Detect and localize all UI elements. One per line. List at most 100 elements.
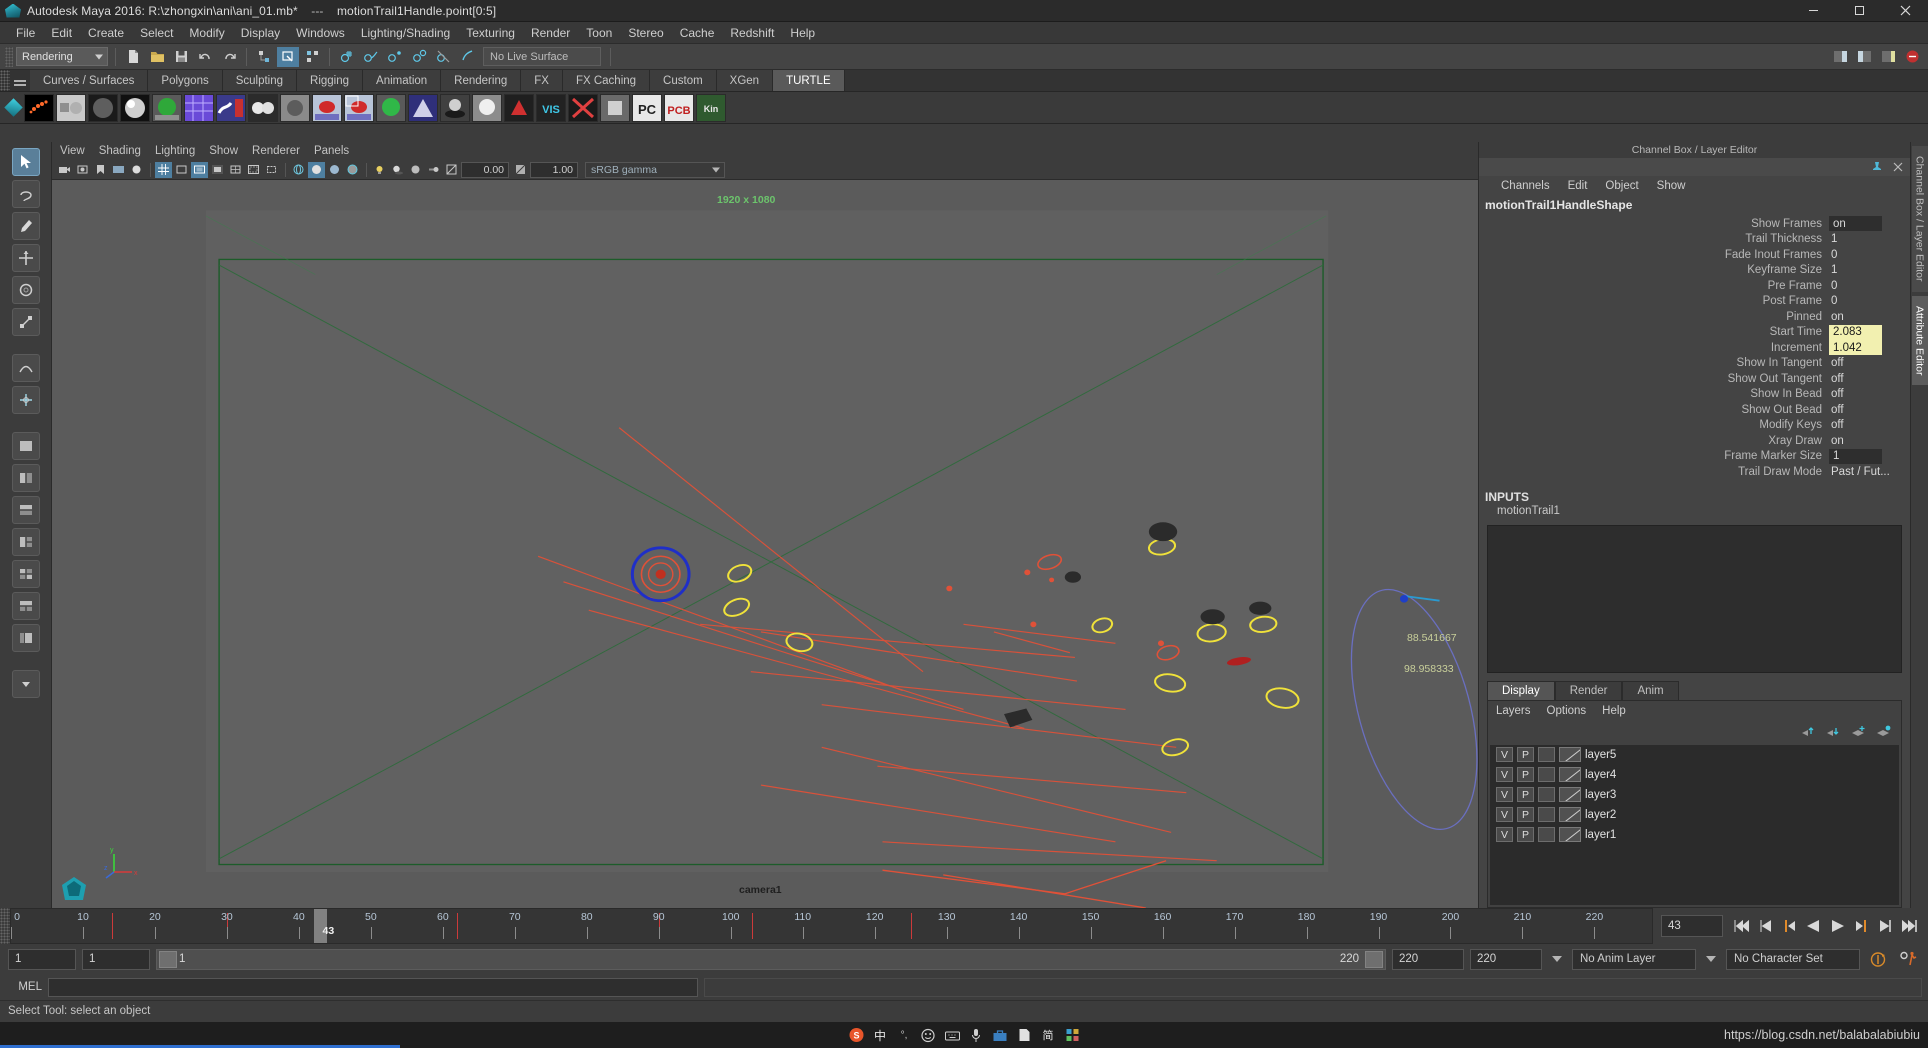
attr-value[interactable]: 2.083 <box>1829 324 1882 340</box>
snap-projected-center-icon[interactable] <box>408 47 430 67</box>
attr-value[interactable]: 1 <box>1829 448 1882 464</box>
attr-row-fade-inout-frames[interactable]: Fade Inout Frames 0 <box>1479 247 1910 263</box>
attr-row-post-frame[interactable]: Post Frame 0 <box>1479 294 1910 310</box>
play-backwards-icon[interactable] <box>1803 915 1824 937</box>
range-bar-right-handle[interactable] <box>1365 950 1383 968</box>
select-hierarchy-icon[interactable] <box>253 47 275 67</box>
new-scene-icon[interactable] <box>122 47 144 67</box>
panel-menu-view[interactable]: View <box>60 145 85 157</box>
layer-row[interactable]: V P layer4 <box>1490 765 1899 785</box>
attr-value[interactable]: 1 <box>1829 264 1910 276</box>
channel-menu-channels[interactable]: Channels <box>1501 180 1550 192</box>
two-pane-stacked-icon[interactable] <box>11 496 40 524</box>
outliner-layout-icon[interactable] <box>11 624 40 652</box>
safe-action-icon[interactable] <box>245 162 262 178</box>
menu-stereo[interactable]: Stereo <box>620 24 671 42</box>
attr-row-modify-keys[interactable]: Modify Keys off <box>1479 418 1910 434</box>
menu-texturing[interactable]: Texturing <box>458 24 523 42</box>
render-preview-icon[interactable] <box>312 93 342 122</box>
matte-sphere-icon[interactable] <box>280 93 310 122</box>
attr-value[interactable]: off <box>1829 404 1910 416</box>
shelf-options-icon[interactable] <box>2 98 24 117</box>
layer-menu-help[interactable]: Help <box>1602 705 1626 717</box>
time-slider[interactable]: 0 10 20 30 40 50 60 70 80 90 100 110 120 130 140 150 160… <box>10 908 1653 944</box>
attr-value[interactable]: off <box>1829 357 1910 369</box>
open-scene-icon[interactable] <box>146 47 168 67</box>
channel-box-pin-icon[interactable] <box>1870 161 1884 174</box>
lasso-tool-icon[interactable] <box>11 180 40 208</box>
anim-layer-selector[interactable]: No Anim Layer <box>1572 948 1696 970</box>
two-sided-lighting-icon[interactable] <box>128 162 145 178</box>
ime-chinese-icon[interactable]: 中 <box>872 1027 889 1044</box>
step-back-frame-icon[interactable] <box>1755 915 1776 937</box>
range-start-field[interactable]: 1 <box>82 948 150 970</box>
bookmark-icon[interactable] <box>92 162 109 178</box>
shelf-tab-rigging[interactable]: Rigging <box>297 70 364 91</box>
menu-lighting-shading[interactable]: Lighting/Shading <box>353 24 458 42</box>
xray-icon[interactable] <box>568 93 598 122</box>
channel-menu-show[interactable]: Show <box>1657 180 1686 192</box>
attr-row-start-time[interactable]: Start Time 2.083 <box>1479 324 1910 341</box>
layer-row[interactable]: V P layer5 <box>1490 745 1899 765</box>
menu-render[interactable]: Render <box>523 24 578 42</box>
two-pane-side-icon[interactable] <box>11 464 40 492</box>
grid-toggle-icon[interactable] <box>155 161 172 178</box>
smooth-shade-icon[interactable] <box>308 161 325 178</box>
select-component-icon[interactable] <box>301 47 323 67</box>
snap-grid-icon[interactable] <box>336 47 358 67</box>
layer-visibility-toggle[interactable]: V <box>1496 767 1513 782</box>
taskbar-app-buttons[interactable] <box>0 1022 420 1048</box>
menu-file[interactable]: File <box>8 24 43 42</box>
attr-value[interactable]: 0 <box>1829 295 1910 307</box>
attr-value[interactable]: on <box>1829 216 1882 232</box>
attr-value[interactable]: on <box>1829 435 1910 447</box>
shelf-tab-fx[interactable]: FX <box>521 70 563 91</box>
menu-create[interactable]: Create <box>80 24 132 42</box>
image-plane-icon[interactable] <box>110 162 127 178</box>
make-live-icon[interactable] <box>456 47 478 67</box>
menu-cache[interactable]: Cache <box>672 24 723 42</box>
render-region-icon[interactable] <box>344 93 374 122</box>
layer-color-swatch[interactable] <box>1559 747 1581 762</box>
layer-color-swatch[interactable] <box>1559 787 1581 802</box>
blinn-sphere-icon[interactable] <box>120 93 150 122</box>
shelf-tab-polygons[interactable]: Polygons <box>148 70 223 91</box>
shelf-tab-turtle[interactable]: TURTLE <box>773 70 845 91</box>
layer-color-swatch[interactable] <box>1559 807 1581 822</box>
new-layer-icon[interactable] <box>1851 725 1866 738</box>
field-chart-icon[interactable] <box>227 162 244 178</box>
channel-menu-edit[interactable]: Edit <box>1568 180 1588 192</box>
pcb-icon[interactable]: PCB <box>664 93 694 122</box>
ime-punctuation-icon[interactable]: °, <box>896 1027 913 1044</box>
gate-mask-icon[interactable] <box>209 162 226 178</box>
toolbox-icon[interactable] <box>992 1027 1009 1044</box>
live-surface-field[interactable]: No Live Surface <box>483 47 601 66</box>
simplified-icon[interactable]: 简 <box>1040 1027 1057 1044</box>
attr-row-increment[interactable]: Increment 1.042 <box>1479 340 1910 356</box>
snap-view-plane-icon[interactable] <box>432 47 454 67</box>
channel-menu-object[interactable]: Object <box>1605 180 1638 192</box>
close-button[interactable] <box>1882 0 1928 22</box>
show-hide-tool-settings-icon[interactable] <box>1853 47 1875 67</box>
attr-row-show-out-bead[interactable]: Show Out Bead off <box>1479 402 1910 418</box>
attr-value[interactable]: on <box>1829 311 1910 323</box>
layer-name[interactable]: layer2 <box>1585 809 1616 821</box>
shelf-menu-icon[interactable] <box>10 70 30 91</box>
attr-row-frame-marker-size[interactable]: Frame Marker Size 1 <box>1479 448 1910 465</box>
cloud-texture-icon[interactable] <box>248 93 278 122</box>
play-forwards-icon[interactable] <box>1827 915 1848 937</box>
redshift-render-icon[interactable] <box>1901 47 1923 67</box>
go-to-start-icon[interactable] <box>1731 915 1752 937</box>
layer-name[interactable]: layer1 <box>1585 829 1616 841</box>
layer-playback-toggle[interactable]: P <box>1517 747 1534 762</box>
shelf-tab-animation[interactable]: Animation <box>363 70 442 91</box>
pc-icon[interactable]: PC <box>632 93 662 122</box>
close-icon[interactable] <box>1892 161 1904 173</box>
shelf-tab-sculpting[interactable]: Sculpting <box>222 70 298 91</box>
layer-state-toggle[interactable] <box>1538 827 1555 842</box>
attr-row-trail-thickness[interactable]: Trail Thickness 1 <box>1479 232 1910 248</box>
safe-title-icon[interactable] <box>263 162 280 178</box>
tab-render[interactable]: Render <box>1554 680 1623 700</box>
snap-point-icon[interactable] <box>384 47 406 67</box>
menu-select[interactable]: Select <box>132 24 181 42</box>
